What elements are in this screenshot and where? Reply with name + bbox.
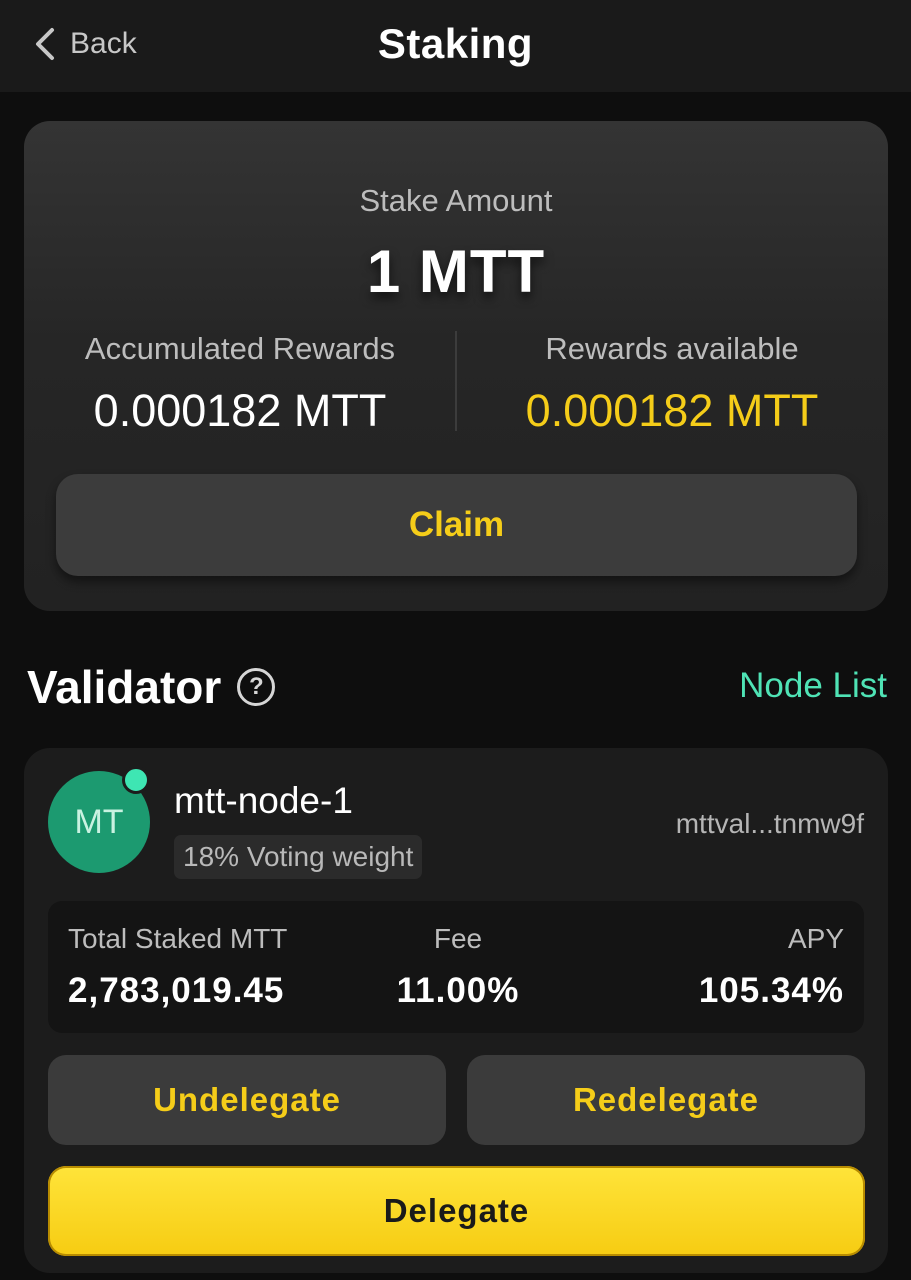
total-staked-value: 2,783,019.45 [68, 971, 285, 1010]
online-status-icon [122, 766, 150, 794]
validator-stats: Total Staked MTT 2,783,019.45 Fee 11.00%… [48, 901, 864, 1033]
accumulated-rewards: Accumulated Rewards 0.000182 MTT [24, 331, 456, 437]
fee-value: 11.00% [396, 971, 520, 1010]
fee-stat: Fee 11.00% [388, 923, 528, 1011]
stake-amount-label: Stake Amount [359, 183, 553, 218]
validator-card: MT mtt-node-1 18% Voting weight mttval..… [24, 748, 888, 1273]
undelegate-button[interactable]: Undelegate [48, 1055, 446, 1145]
total-staked-stat: Total Staked MTT 2,783,019.45 [68, 923, 287, 1011]
fee-label: Fee [433, 923, 483, 954]
accumulated-rewards-label: Accumulated Rewards [84, 331, 396, 366]
rewards-available: Rewards available 0.000182 MTT [456, 331, 888, 437]
validator-address: mttval...tnmw9f [675, 808, 864, 839]
top-bar: Back Staking [0, 0, 911, 92]
accumulated-rewards-value: 0.000182 MTT [93, 385, 387, 436]
apy-label: APY [787, 923, 844, 954]
page-title: Staking [377, 20, 534, 67]
total-staked-label: Total Staked MTT [68, 923, 288, 954]
stake-amount-value: 1 MTT [366, 238, 546, 305]
claim-button[interactable]: Claim [56, 474, 857, 576]
rewards-available-label: Rewards available [545, 331, 799, 366]
redelegate-button[interactable]: Redelegate [467, 1055, 865, 1145]
validator-section-header: Validator ? [27, 660, 276, 714]
stake-summary-card: Stake Amount 1 MTT Accumulated Rewards 0… [24, 121, 888, 611]
voting-weight-badge: 18% Voting weight [174, 835, 423, 879]
delegate-button[interactable]: Delegate [48, 1166, 865, 1256]
validator-name: mtt-node-1 [174, 780, 353, 821]
validator-section-title: Validator [27, 661, 222, 713]
question-circle-icon[interactable]: ? [237, 668, 276, 706]
node-list-link[interactable]: Node List [739, 666, 887, 706]
apy-stat: APY 105.34% [699, 923, 844, 1011]
apy-value: 105.34% [698, 971, 844, 1010]
rewards-available-value: 0.000182 MTT [525, 385, 819, 436]
